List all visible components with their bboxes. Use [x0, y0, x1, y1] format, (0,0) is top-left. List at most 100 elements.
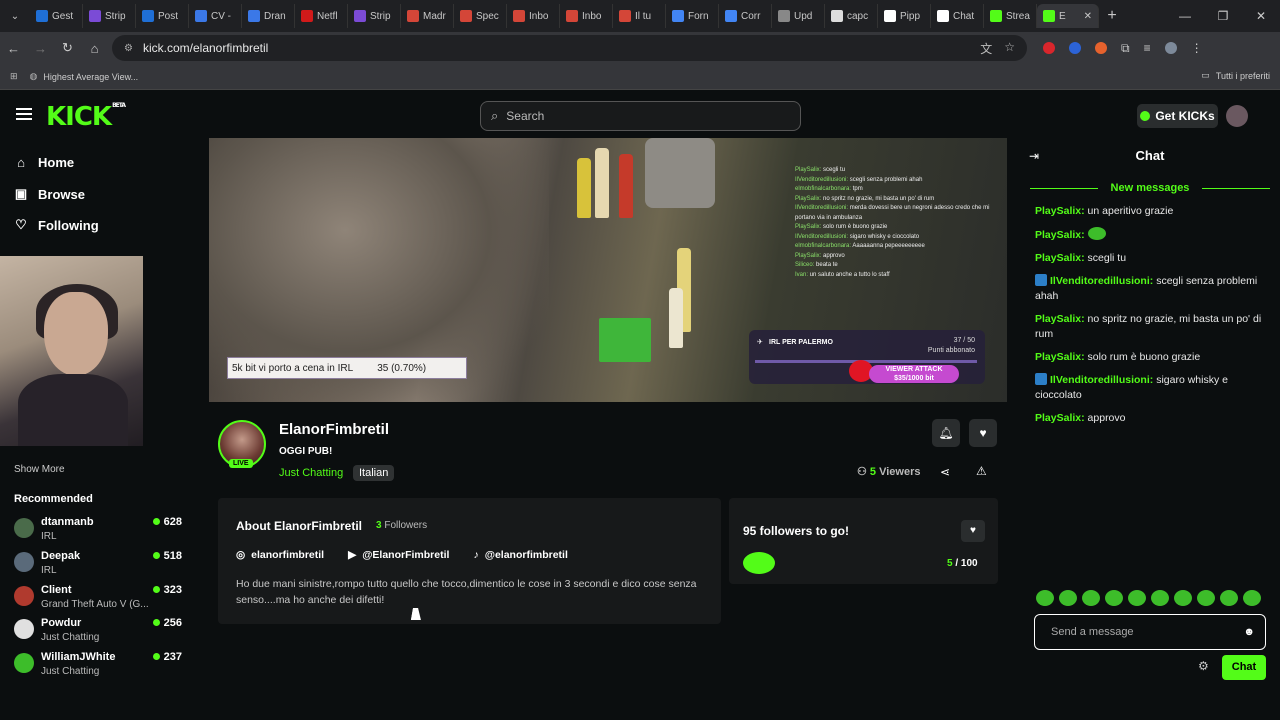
tab-search-icon[interactable]: ⌄: [0, 11, 30, 22]
browser-tab[interactable]: Strip: [83, 4, 136, 28]
profile-icon[interactable]: [1164, 42, 1177, 54]
stream-category-link[interactable]: Just Chatting: [279, 467, 343, 479]
chat-username[interactable]: PlaySalix:: [1035, 229, 1085, 241]
browser-tab[interactable]: Upd: [772, 4, 825, 28]
all-bookmarks[interactable]: ▭ Tutti i preferiti: [1201, 70, 1270, 81]
back-icon[interactable]: ←: [0, 41, 27, 56]
extension-icon[interactable]: [1069, 42, 1081, 54]
notification-bell-button[interactable]: 🔔︎: [932, 419, 960, 447]
social-link-tiktok[interactable]: ♪ @elanorfimbretil: [473, 549, 567, 561]
emote-icon[interactable]: [1082, 590, 1100, 606]
browser-tab[interactable]: Spec: [454, 4, 507, 28]
recommended-channel[interactable]: Client Grand Theft Auto V (G... 323: [14, 582, 204, 612]
recommended-channel[interactable]: Deepak IRL 518: [14, 548, 204, 578]
url-field[interactable]: ⚙ kick.com/elanorfimbretil 文 ☆: [112, 35, 1027, 61]
reload-icon[interactable]: ↻: [54, 40, 81, 56]
browser-tab[interactable]: Post: [136, 4, 189, 28]
emote-icon[interactable]: [1174, 590, 1192, 606]
browser-tab[interactable]: Strip: [348, 4, 401, 28]
avatar[interactable]: [1226, 105, 1248, 127]
kebab-menu-icon[interactable]: ⋮: [1191, 41, 1203, 55]
recommended-channel[interactable]: dtanmanb IRL 628: [14, 514, 204, 544]
chat-username[interactable]: PlaySalix:: [1035, 351, 1085, 363]
sidebar-item-home[interactable]: ⌂ Home: [14, 155, 74, 170]
browser-tab[interactable]: Inbo: [507, 4, 560, 28]
chat-username[interactable]: PlaySalix:: [1035, 412, 1085, 424]
social-link-instagram[interactable]: ◎ elanorfimbretil: [236, 549, 324, 561]
chat-username[interactable]: IlVenditoredillusioni:: [1050, 374, 1153, 386]
browser-tab[interactable]: Chat: [931, 4, 984, 28]
chat-message-text: approvo: [1087, 412, 1126, 424]
report-icon[interactable]: ⚠: [976, 464, 987, 478]
tab-favicon-icon: [460, 10, 472, 22]
chat-username[interactable]: PlaySalix:: [1035, 252, 1085, 264]
recommended-channel[interactable]: WilliamJWhite Just Chatting 237: [14, 649, 204, 679]
emote-icon[interactable]: [1036, 590, 1054, 606]
browser-tab[interactable]: capc: [825, 4, 878, 28]
channel-name: dtanmanb: [41, 516, 94, 528]
chat-send-button[interactable]: Chat: [1222, 655, 1266, 680]
show-more-link[interactable]: Show More: [14, 464, 65, 475]
apps-icon[interactable]: ⊞: [10, 71, 18, 82]
translate-icon[interactable]: 文: [980, 40, 992, 57]
browser-tab[interactable]: Il tu: [613, 4, 666, 28]
chat-username[interactable]: IlVenditoredillusioni:: [1050, 275, 1153, 287]
browser-tab[interactable]: E ✕: [1037, 4, 1099, 28]
chat-username[interactable]: PlaySalix:: [1035, 313, 1085, 325]
browser-tab[interactable]: Corr: [719, 4, 772, 28]
site-info-icon[interactable]: ⚙: [124, 43, 133, 54]
emote-icon[interactable]: [1243, 590, 1261, 606]
channel-name[interactable]: ElanorFimbretil: [279, 421, 389, 438]
home-browser-icon[interactable]: ⌂: [81, 41, 108, 56]
media-icon[interactable]: ≡: [1144, 41, 1151, 55]
emote-icon[interactable]: [1197, 590, 1215, 606]
stream-chat-overlay: PlaySalix: scegli tu IlVenditoredillusion…: [795, 166, 995, 326]
extension-icon[interactable]: [1043, 42, 1055, 54]
browser-tab[interactable]: Inbo: [560, 4, 613, 28]
kick-logo[interactable]: KICKBETA: [46, 102, 126, 132]
emote-icon[interactable]: [1059, 590, 1077, 606]
chat-username[interactable]: PlaySalix:: [1035, 205, 1085, 217]
video-player[interactable]: PlaySalix: scegli tu IlVenditoredillusion…: [209, 138, 1007, 402]
puzzle-icon[interactable]: ⧉: [1121, 41, 1130, 56]
browser-tab[interactable]: Forn: [666, 4, 719, 28]
close-window-icon[interactable]: ✕: [1242, 0, 1280, 32]
emote-icon[interactable]: [1220, 590, 1238, 606]
bookmark-star-icon[interactable]: ☆: [1004, 40, 1015, 57]
sidebar-item-browse[interactable]: ▣ Browse: [14, 186, 85, 202]
browser-tab[interactable]: Gest: [30, 4, 83, 28]
browser-tab[interactable]: Dran: [242, 4, 295, 28]
extension-icon[interactable]: [1095, 42, 1107, 54]
heart-icon: ♥: [970, 525, 976, 536]
browser-tab[interactable]: Strea: [984, 4, 1037, 28]
restore-icon[interactable]: ❐: [1204, 0, 1242, 32]
social-link-youtube[interactable]: ▶ @ElanorFimbretil: [348, 549, 449, 561]
emoji-icon[interactable]: ☻: [1243, 626, 1255, 638]
forward-icon[interactable]: →: [27, 41, 54, 56]
viewer-count: 237: [153, 651, 182, 663]
recommended-channel[interactable]: Powdur Just Chatting 256: [14, 615, 204, 645]
emote-icon[interactable]: [1105, 590, 1123, 606]
chat-settings-icon[interactable]: ⚙: [1198, 659, 1209, 673]
browser-tab[interactable]: Netfl: [295, 4, 348, 28]
emote-icon[interactable]: [1151, 590, 1169, 606]
emote-icon[interactable]: [1128, 590, 1146, 606]
follow-button[interactable]: ♥: [969, 419, 997, 447]
browser-tab[interactable]: CV -: [189, 4, 242, 28]
share-icon[interactable]: ⋖: [940, 465, 950, 479]
browser-tab[interactable]: Madr: [401, 4, 454, 28]
get-kicks-button[interactable]: Get KICKs: [1137, 104, 1218, 128]
sidebar-item-following[interactable]: ♡ Following: [14, 217, 98, 233]
menu-icon[interactable]: [16, 108, 32, 120]
follow-goal-heart-button[interactable]: ♥: [961, 520, 985, 542]
close-tab-icon[interactable]: ✕: [1084, 11, 1092, 22]
browser-tab[interactable]: Pipp: [878, 4, 931, 28]
chat-input[interactable]: Send a message ☻: [1034, 614, 1266, 650]
minimize-icon[interactable]: —: [1166, 0, 1204, 32]
search-input[interactable]: ⌕ Search: [480, 101, 801, 131]
home-icon: ⌂: [17, 155, 25, 170]
language-tag[interactable]: Italian: [353, 465, 395, 481]
folder-icon: ▭: [1201, 70, 1210, 80]
bookmark-item[interactable]: ◍ Highest Average View...: [30, 71, 139, 82]
new-tab-button[interactable]: +: [1099, 7, 1125, 25]
